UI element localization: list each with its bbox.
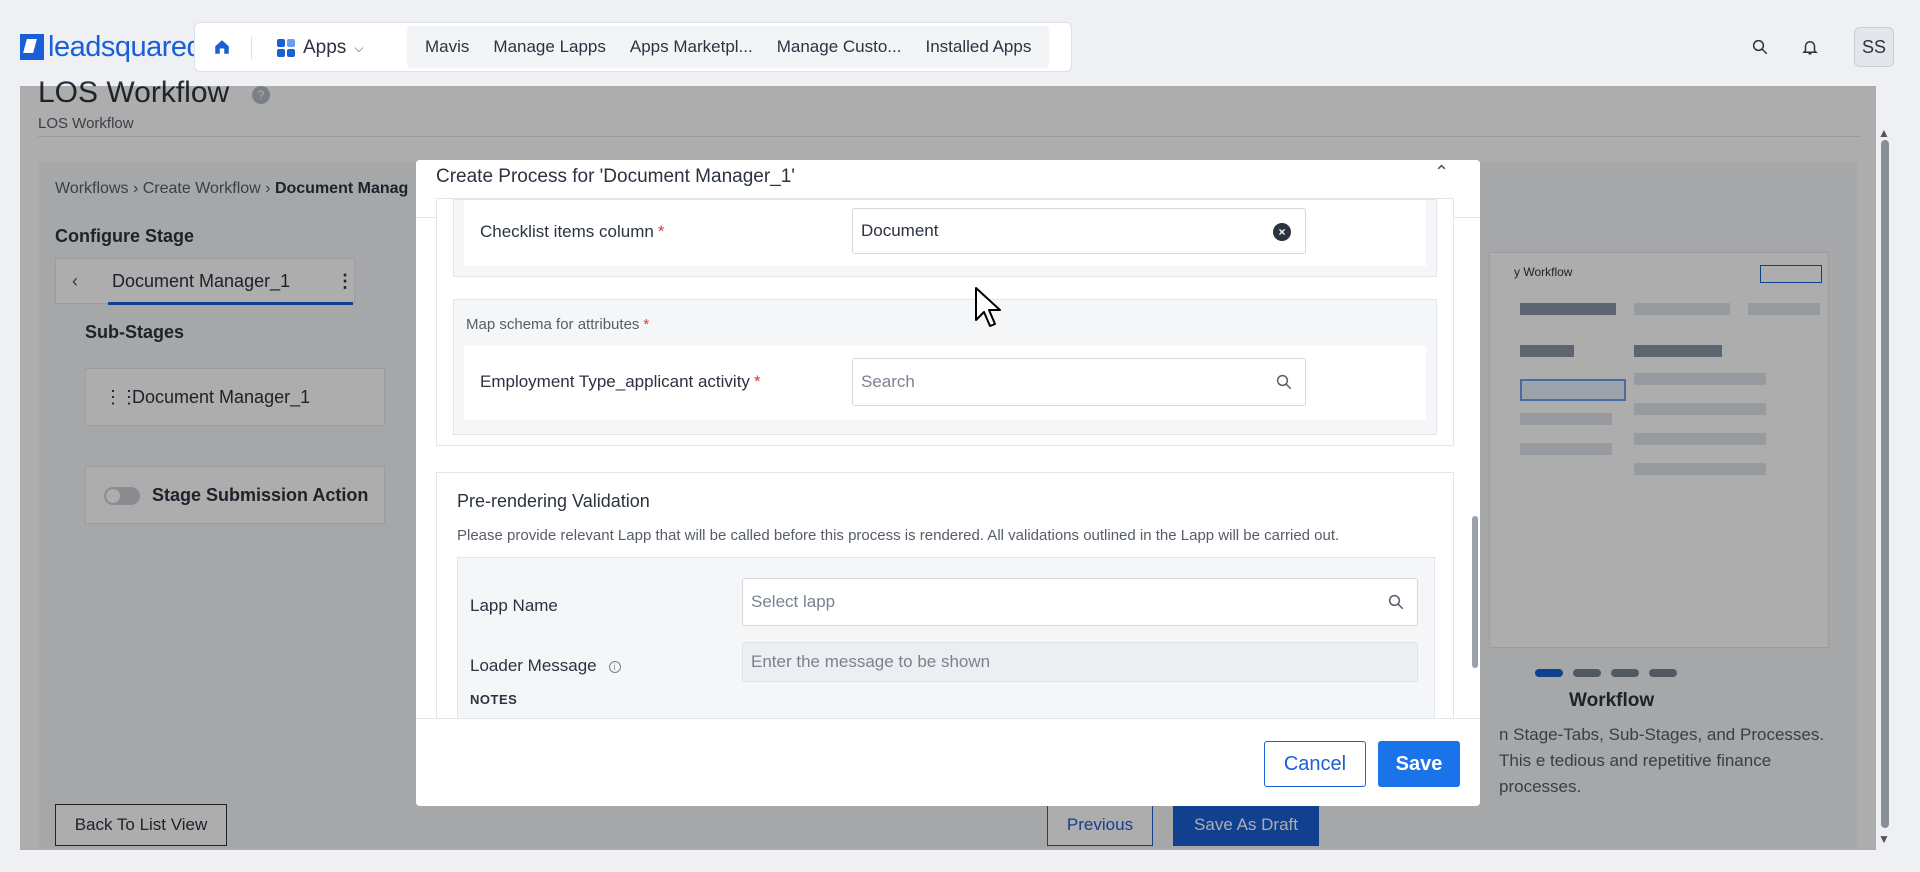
brand-logo-mark bbox=[20, 34, 44, 60]
nav-divider bbox=[251, 37, 252, 59]
checklist-row-box: Checklist items column * Document × bbox=[453, 199, 1437, 277]
scroll-up-icon[interactable]: ▲ bbox=[1878, 126, 1890, 140]
brand-logo[interactable]: leadsquared bbox=[20, 30, 203, 63]
nav-link-mavis[interactable]: Mavis bbox=[413, 37, 481, 57]
search-icon bbox=[1388, 594, 1404, 610]
notes-label: NOTES bbox=[470, 692, 518, 707]
brand-logo-text: leadsquared bbox=[48, 30, 203, 63]
apps-label: Apps bbox=[303, 37, 347, 58]
home-button[interactable] bbox=[205, 31, 239, 63]
chevron-up-icon[interactable]: ⌃ bbox=[1434, 162, 1458, 186]
save-button[interactable]: Save bbox=[1378, 741, 1460, 787]
loader-message-placeholder: Enter the message to be shown bbox=[751, 652, 991, 671]
checklist-items-label-text: Checklist items column bbox=[480, 222, 654, 241]
nav-link-apps-marketplace[interactable]: Apps Marketpl... bbox=[618, 37, 765, 57]
main-nav: Apps ⌵ Mavis Manage Lapps Apps Marketpl.… bbox=[194, 22, 1072, 72]
chevron-down-icon: ⌵ bbox=[354, 40, 364, 55]
top-navigation-bar: leadsquared Apps ⌵ Mavis Manage Lapps Ap… bbox=[0, 0, 1920, 86]
pre-rendering-validation-section: Pre-rendering Validation Please provide … bbox=[436, 472, 1454, 733]
required-marker: * bbox=[643, 316, 650, 333]
search-icon bbox=[1752, 39, 1768, 55]
modal-scrollbar[interactable] bbox=[1472, 516, 1478, 668]
global-search-button[interactable] bbox=[1749, 36, 1771, 58]
nav-link-manage-custom[interactable]: Manage Custo... bbox=[765, 37, 914, 57]
map-schema-label: Map schema for attributes * bbox=[466, 316, 649, 333]
nav-link-manage-lapps[interactable]: Manage Lapps bbox=[481, 37, 617, 57]
employment-type-placeholder: Search bbox=[861, 372, 915, 391]
cursor-icon bbox=[975, 287, 1001, 327]
modal-title: Create Process for 'Document Manager_1' bbox=[436, 166, 795, 187]
pre-rendering-description: Please provide relevant Lapp that will b… bbox=[457, 527, 1340, 544]
modal-footer: Cancel Save bbox=[416, 718, 1480, 806]
user-avatar[interactable]: SS bbox=[1854, 27, 1894, 67]
map-schema-box: Map schema for attributes * Employment Ty… bbox=[453, 299, 1437, 435]
employment-type-label-text: Employment Type_applicant activity bbox=[480, 372, 750, 391]
employment-row: Employment Type_applicant activity * Sear… bbox=[464, 346, 1426, 420]
employment-type-search-input[interactable]: Search bbox=[852, 358, 1306, 406]
loader-message-input[interactable]: Enter the message to be shown bbox=[742, 642, 1418, 682]
app-links: Mavis Manage Lapps Apps Marketpl... Mana… bbox=[407, 26, 1050, 68]
checklist-items-value: Document bbox=[861, 221, 939, 240]
lapp-config-box: Lapp Name Select lapp Loader Message i En… bbox=[457, 557, 1435, 733]
nav-link-installed-apps[interactable]: Installed Apps bbox=[913, 37, 1043, 57]
page-scrollbar-thumb[interactable] bbox=[1881, 140, 1889, 828]
lapp-name-select[interactable]: Select lapp bbox=[742, 578, 1418, 626]
apps-menu-button[interactable]: Apps ⌵ bbox=[277, 33, 363, 63]
map-schema-label-text: Map schema for attributes bbox=[466, 316, 640, 333]
lapp-name-label: Lapp Name bbox=[470, 596, 558, 615]
employment-type-label: Employment Type_applicant activity * bbox=[480, 372, 761, 392]
search-icon bbox=[1276, 374, 1292, 390]
home-icon bbox=[215, 40, 229, 54]
lapp-name-placeholder: Select lapp bbox=[751, 592, 836, 611]
notifications-button[interactable] bbox=[1799, 36, 1821, 58]
clear-icon[interactable]: × bbox=[1273, 223, 1291, 241]
page-scrollbar[interactable]: ▲ ▼ bbox=[1878, 126, 1890, 846]
checklist-items-select[interactable]: Document × bbox=[852, 208, 1306, 254]
attribute-mapping-section: Checklist items column * Document × Map s… bbox=[436, 198, 1454, 446]
checklist-row: Checklist items column * Document × bbox=[464, 200, 1426, 266]
create-process-modal: Create Process for 'Document Manager_1' … bbox=[416, 160, 1480, 806]
cancel-button[interactable]: Cancel bbox=[1264, 741, 1366, 787]
apps-grid-icon bbox=[277, 39, 295, 57]
pre-rendering-title: Pre-rendering Validation bbox=[457, 491, 650, 511]
scroll-down-icon[interactable]: ▼ bbox=[1878, 832, 1890, 846]
bell-icon bbox=[1802, 41, 1818, 55]
required-marker: * bbox=[657, 222, 665, 241]
loader-message-label: Loader Message i bbox=[470, 656, 621, 676]
required-marker: * bbox=[753, 372, 761, 391]
checklist-items-label: Checklist items column * bbox=[480, 222, 664, 242]
info-icon[interactable]: i bbox=[608, 660, 621, 673]
loader-message-label-text: Loader Message bbox=[470, 656, 597, 675]
